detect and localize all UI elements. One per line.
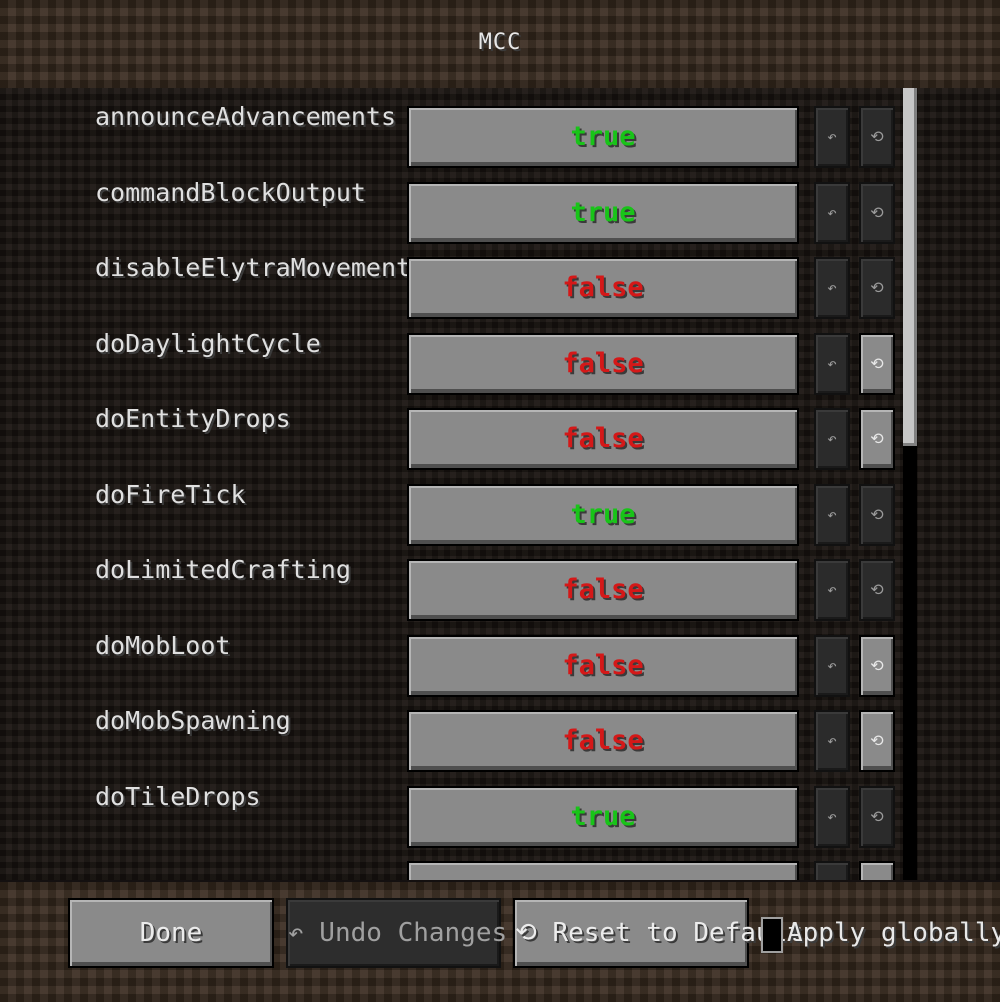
reset-icon[interactable]: ⟲ — [859, 785, 895, 848]
reset-icon[interactable]: ⟲ — [859, 181, 895, 244]
gamerule-row: doMobLoot false ↶ ⟲ — [0, 630, 1000, 697]
footer: Done ↶ Undo Changes ⟲ Reset to Default A… — [0, 880, 1000, 1002]
gamerule-row: announceAdvancements true ↶ ⟲ — [0, 102, 1000, 168]
gamerule-name: doMobLoot — [95, 630, 231, 660]
gamerule-value-toggle[interactable]: true — [407, 785, 799, 848]
apply-globally-label: Apply globally — [787, 918, 1000, 948]
header: MCC — [0, 0, 1000, 90]
gamerule-value-toggle[interactable]: true — [407, 106, 799, 168]
gamerule-value-toggle[interactable]: true — [407, 181, 799, 244]
gamerule-name: doDaylightCycle — [95, 328, 321, 358]
gamerule-list[interactable]: announceAdvancements true ↶ ⟲ commandBlockOu… — [0, 88, 1000, 880]
reset-icon[interactable]: ⟲ — [859, 710, 895, 772]
scrollbar-thumb[interactable] — [903, 88, 917, 446]
reset-icon[interactable]: ⟲ — [859, 483, 895, 546]
apply-globally-checkbox[interactable] — [761, 917, 783, 953]
gamerule-row: doTileDrops true ↶ ⟲ — [0, 781, 1000, 848]
gamerule-row: doLimitedCrafting false ↶ ⟲ — [0, 555, 1000, 621]
gamerule-row-partial — [0, 859, 1000, 880]
reset-icon[interactable]: ⟲ — [859, 257, 895, 319]
undo-icon[interactable]: ↶ — [814, 559, 850, 621]
gamerule-row: doMobSpawning false ↶ ⟲ — [0, 706, 1000, 772]
gamerule-value-toggle[interactable]: false — [407, 559, 799, 621]
gamerule-row: doFireTick true ↶ ⟲ — [0, 479, 1000, 546]
gamerule-name: announceAdvancements — [95, 102, 397, 131]
undo-icon[interactable]: ↶ — [814, 181, 850, 244]
gamerule-value-toggle[interactable]: false — [407, 710, 799, 772]
gamerule-row: doDaylightCycle false ↶ ⟲ — [0, 328, 1000, 395]
undo-icon[interactable]: ↶ — [814, 106, 850, 168]
gamerule-row: doEntityDrops false ↶ ⟲ — [0, 404, 1000, 470]
gamerule-name: doLimitedCrafting — [95, 555, 351, 584]
reset-icon[interactable]: ⟲ — [859, 634, 895, 697]
undo-icon[interactable] — [814, 861, 850, 880]
undo-icon[interactable]: ↶ — [814, 408, 850, 470]
page-title: MCC — [478, 30, 522, 55]
undo-icon[interactable]: ↶ — [814, 257, 850, 319]
gamerule-value-toggle[interactable] — [407, 861, 799, 880]
gamerule-value-toggle[interactable]: false — [407, 408, 799, 470]
gamerule-value-toggle[interactable]: false — [407, 332, 799, 395]
reset-icon[interactable]: ⟲ — [859, 332, 895, 395]
reset-icon[interactable] — [859, 861, 895, 880]
done-button[interactable]: Done — [68, 898, 274, 968]
gamerule-name: doTileDrops — [95, 781, 261, 811]
undo-changes-button[interactable]: ↶ Undo Changes — [286, 898, 507, 968]
gamerule-row: commandBlockOutput true ↶ ⟲ — [0, 177, 1000, 244]
reset-icon[interactable]: ⟲ — [859, 408, 895, 470]
undo-icon[interactable]: ↶ — [814, 634, 850, 697]
gamerule-name: doFireTick — [95, 479, 246, 509]
undo-icon[interactable]: ↶ — [814, 710, 850, 772]
undo-icon[interactable]: ↶ — [814, 483, 850, 546]
gamerule-value-toggle[interactable]: false — [407, 634, 799, 697]
gamerule-row: disableElytraMovementCheck false ↶ ⟲ — [0, 253, 1000, 319]
reset-to-default-button[interactable]: ⟲ Reset to Default — [513, 898, 803, 968]
gamerule-name: doEntityDrops — [95, 404, 291, 433]
undo-icon[interactable]: ↶ — [814, 332, 850, 395]
gamerule-value-toggle[interactable]: false — [407, 257, 799, 319]
undo-icon[interactable]: ↶ — [814, 785, 850, 848]
gamerule-name: doMobSpawning — [95, 706, 291, 735]
reset-icon[interactable]: ⟲ — [859, 559, 895, 621]
gamerule-name: commandBlockOutput — [95, 177, 366, 207]
gamerule-value-toggle[interactable]: true — [407, 483, 799, 546]
reset-icon[interactable]: ⟲ — [859, 106, 895, 168]
